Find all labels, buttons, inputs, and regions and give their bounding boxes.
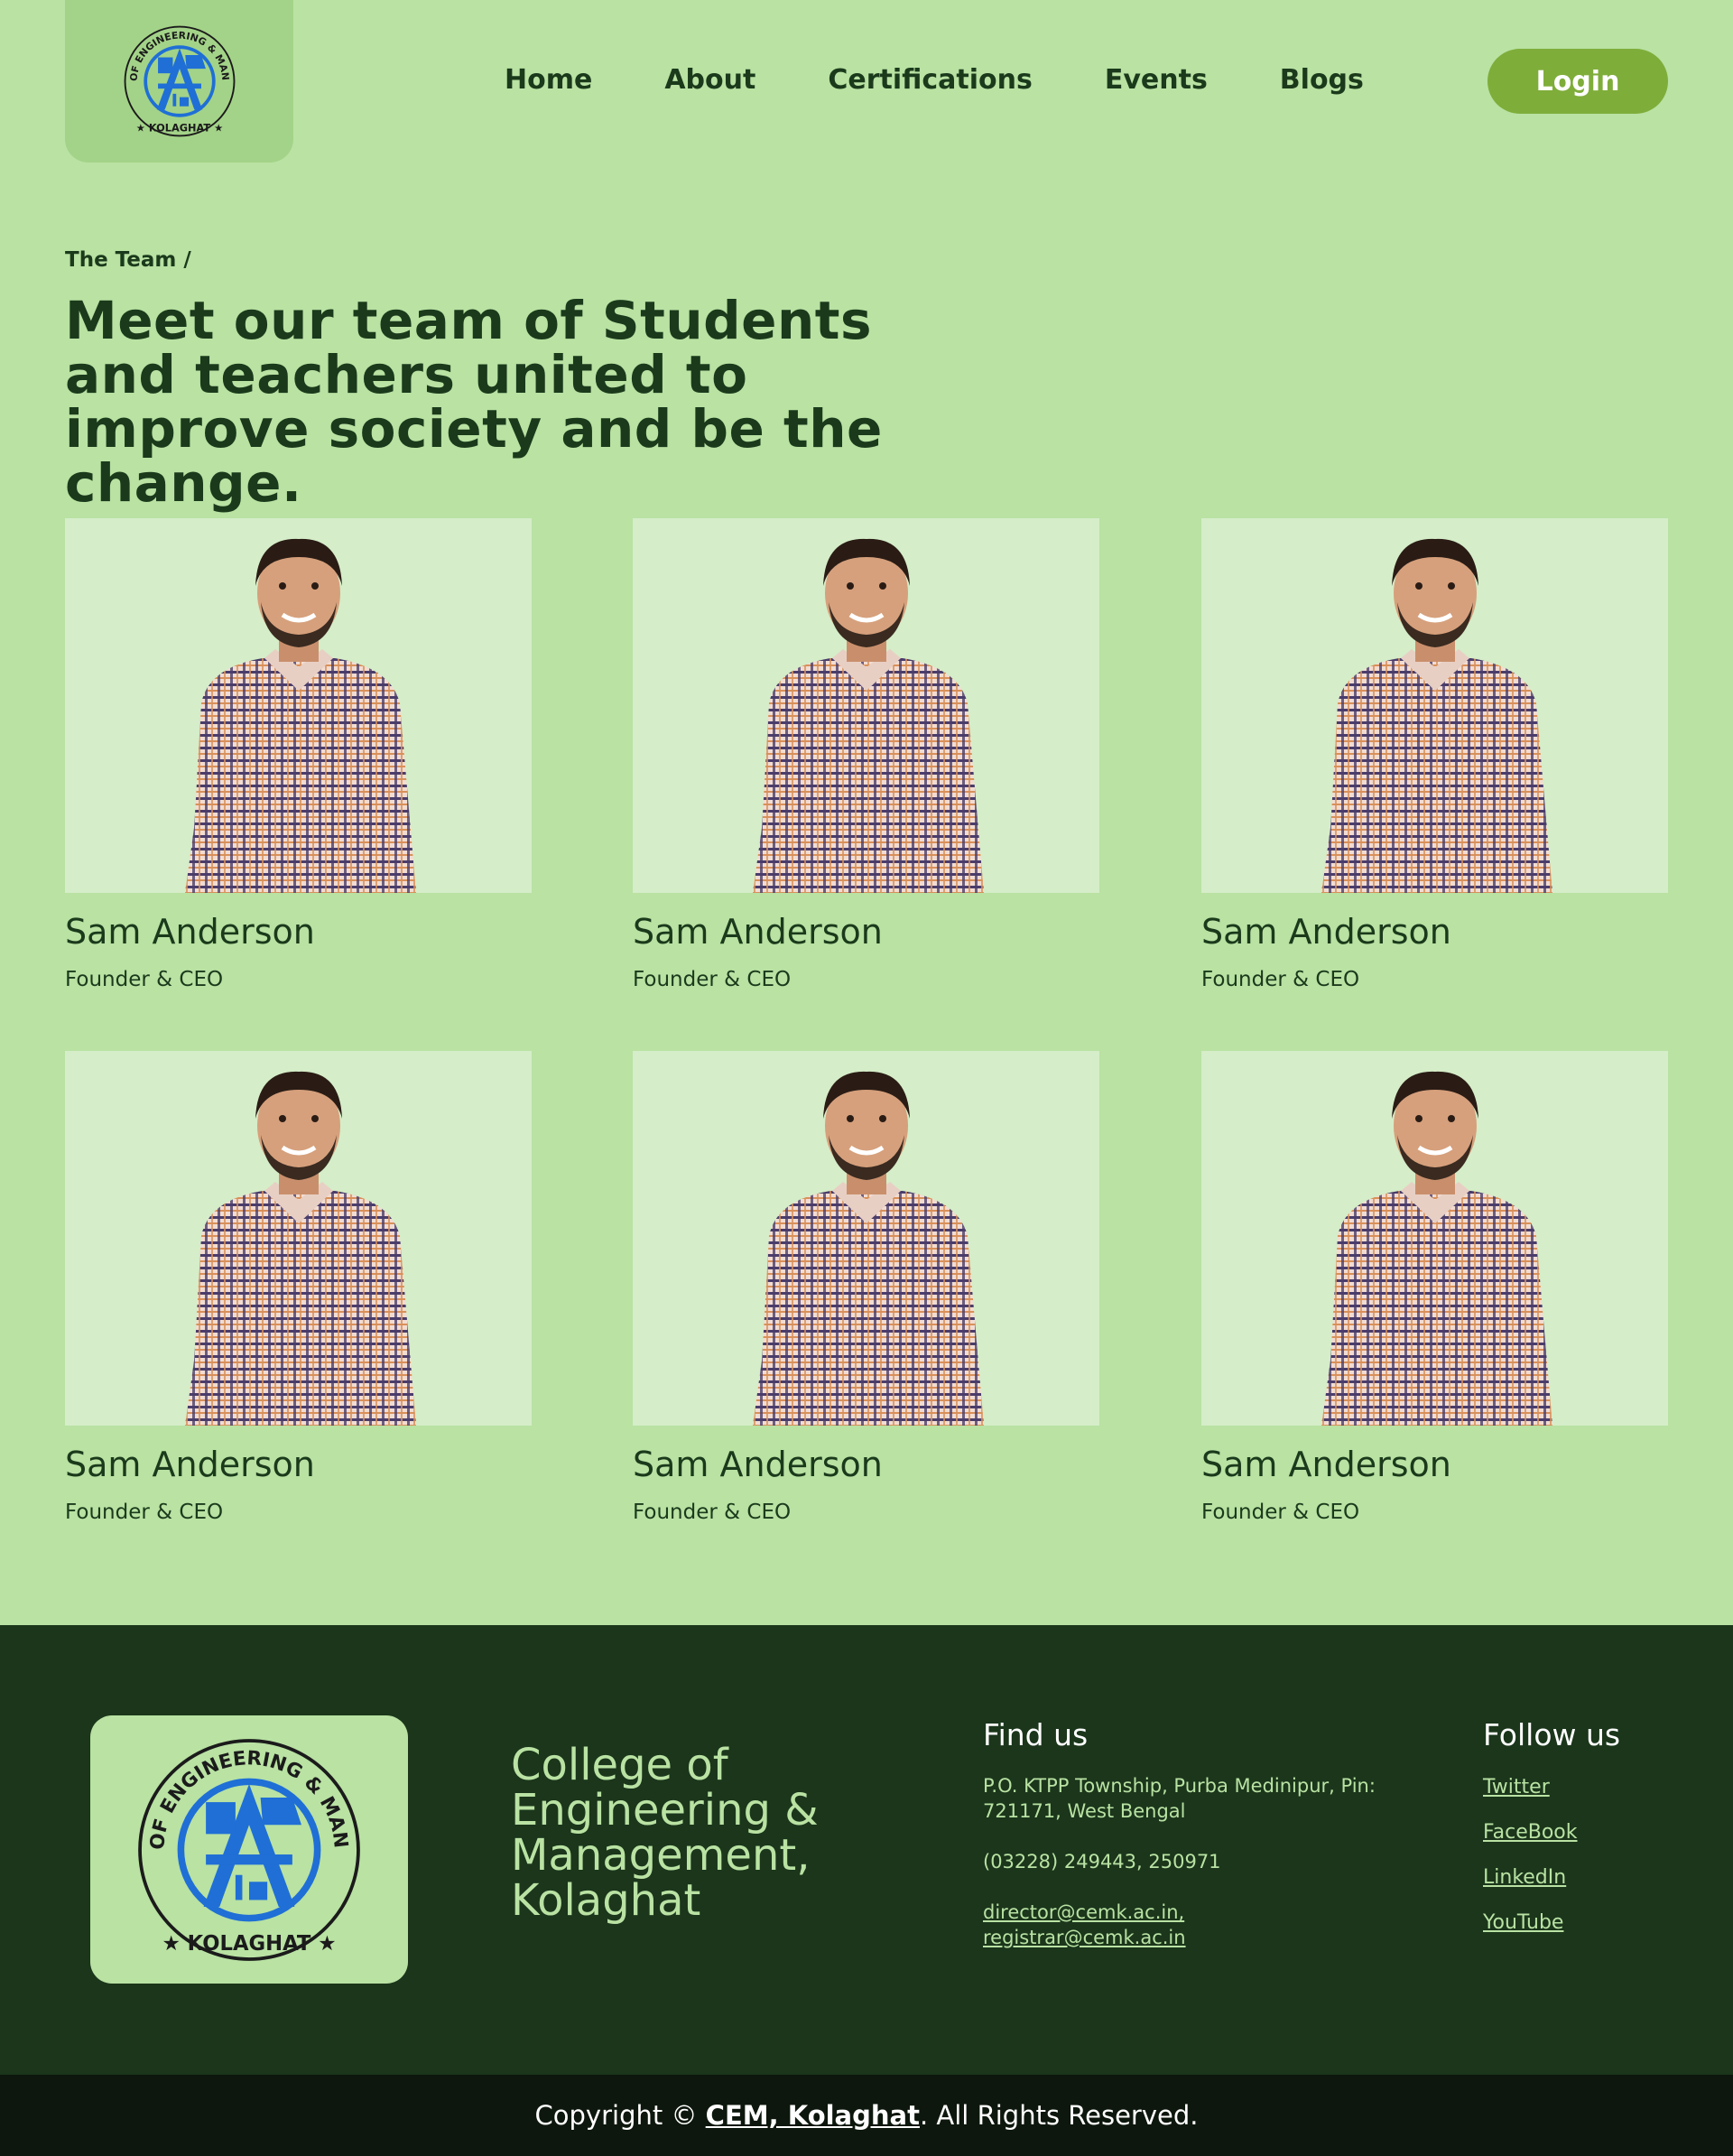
breadcrumb: The Team / [65, 248, 191, 272]
member-role: Founder & CEO [633, 1501, 792, 1524]
member-photo [1201, 1051, 1668, 1426]
header-logo[interactable] [65, 0, 293, 163]
team-card: Sam Anderson Founder & CEO [65, 1051, 532, 1525]
member-role: Founder & CEO [1201, 1501, 1360, 1524]
nav-home[interactable]: Home [505, 64, 592, 96]
footer-address: P.O. KTPP Township, Purba Medinipur, Pin… [983, 1775, 1376, 1822]
youtube-link[interactable]: YouTube [1483, 1910, 1663, 1936]
team-card: Sam Anderson Founder & CEO [65, 518, 532, 992]
nav-about[interactable]: About [664, 64, 755, 96]
member-name: Sam Anderson [633, 1445, 883, 1484]
linkedin-link[interactable]: LinkedIn [1483, 1865, 1663, 1891]
follow-us-section: Follow us Twitter FaceBook LinkedIn YouT… [1483, 1717, 1663, 1936]
page-heading: Meet our team of Students and teachers u… [65, 290, 883, 514]
team-card: Sam Anderson Founder & CEO [633, 1051, 1099, 1525]
facebook-link[interactable]: FaceBook [1483, 1820, 1663, 1845]
member-photo [65, 518, 532, 893]
follow-us-heading: Follow us [1483, 1717, 1621, 1752]
footer-emails: director@cemk.ac.in, registrar@cemk.ac.i… [983, 1900, 1389, 1950]
copyright-bar: Copyright © CEM, Kolaghat. All Rights Re… [0, 2075, 1733, 2156]
copyright-prefix: Copyright © [534, 2100, 706, 2131]
footer-college-name: College of Engineering & Management, Kol… [511, 1740, 819, 1926]
member-name: Sam Anderson [1201, 1445, 1451, 1484]
find-us-section: Find us P.O. KTPP Township, Purba Medini… [983, 1717, 1389, 1950]
footer: College of Engineering & Management, Kol… [0, 1625, 1733, 2075]
member-name: Sam Anderson [65, 912, 315, 952]
copyright-org-link[interactable]: CEM, Kolaghat [706, 2100, 920, 2131]
nav-blogs[interactable]: Blogs [1280, 64, 1364, 96]
login-button[interactable]: Login [1487, 49, 1668, 114]
member-name: Sam Anderson [1201, 912, 1451, 952]
footer-logo [90, 1715, 408, 1984]
member-photo [633, 1051, 1099, 1426]
team-card: Sam Anderson Founder & CEO [1201, 518, 1668, 992]
member-role: Founder & CEO [65, 968, 224, 991]
member-name: Sam Anderson [65, 1445, 315, 1484]
copyright-suffix: . All Rights Reserved. [919, 2100, 1199, 2131]
email-director-link[interactable]: director@cemk.ac.in, [983, 1900, 1389, 1925]
team-card: Sam Anderson Founder & CEO [1201, 1051, 1668, 1525]
member-role: Founder & CEO [65, 1501, 224, 1524]
nav-certifications[interactable]: Certifications [828, 64, 1033, 96]
email-registrar-link[interactable]: registrar@cemk.ac.in [983, 1925, 1389, 1950]
twitter-link[interactable]: Twitter [1483, 1775, 1663, 1800]
main-nav: Home About Certifications Events Blogs [505, 60, 1364, 99]
member-photo [65, 1051, 532, 1426]
nav-events[interactable]: Events [1105, 64, 1208, 96]
college-emblem-icon [123, 24, 236, 138]
member-role: Founder & CEO [633, 968, 792, 991]
team-card: Sam Anderson Founder & CEO [633, 518, 1099, 992]
footer-phone: (03228) 249443, 250971 [983, 1851, 1221, 1873]
find-us-heading: Find us [983, 1717, 1089, 1752]
member-role: Founder & CEO [1201, 968, 1360, 991]
college-emblem-icon [135, 1736, 363, 1964]
member-photo [1201, 518, 1668, 893]
member-name: Sam Anderson [633, 912, 883, 952]
member-photo [633, 518, 1099, 893]
